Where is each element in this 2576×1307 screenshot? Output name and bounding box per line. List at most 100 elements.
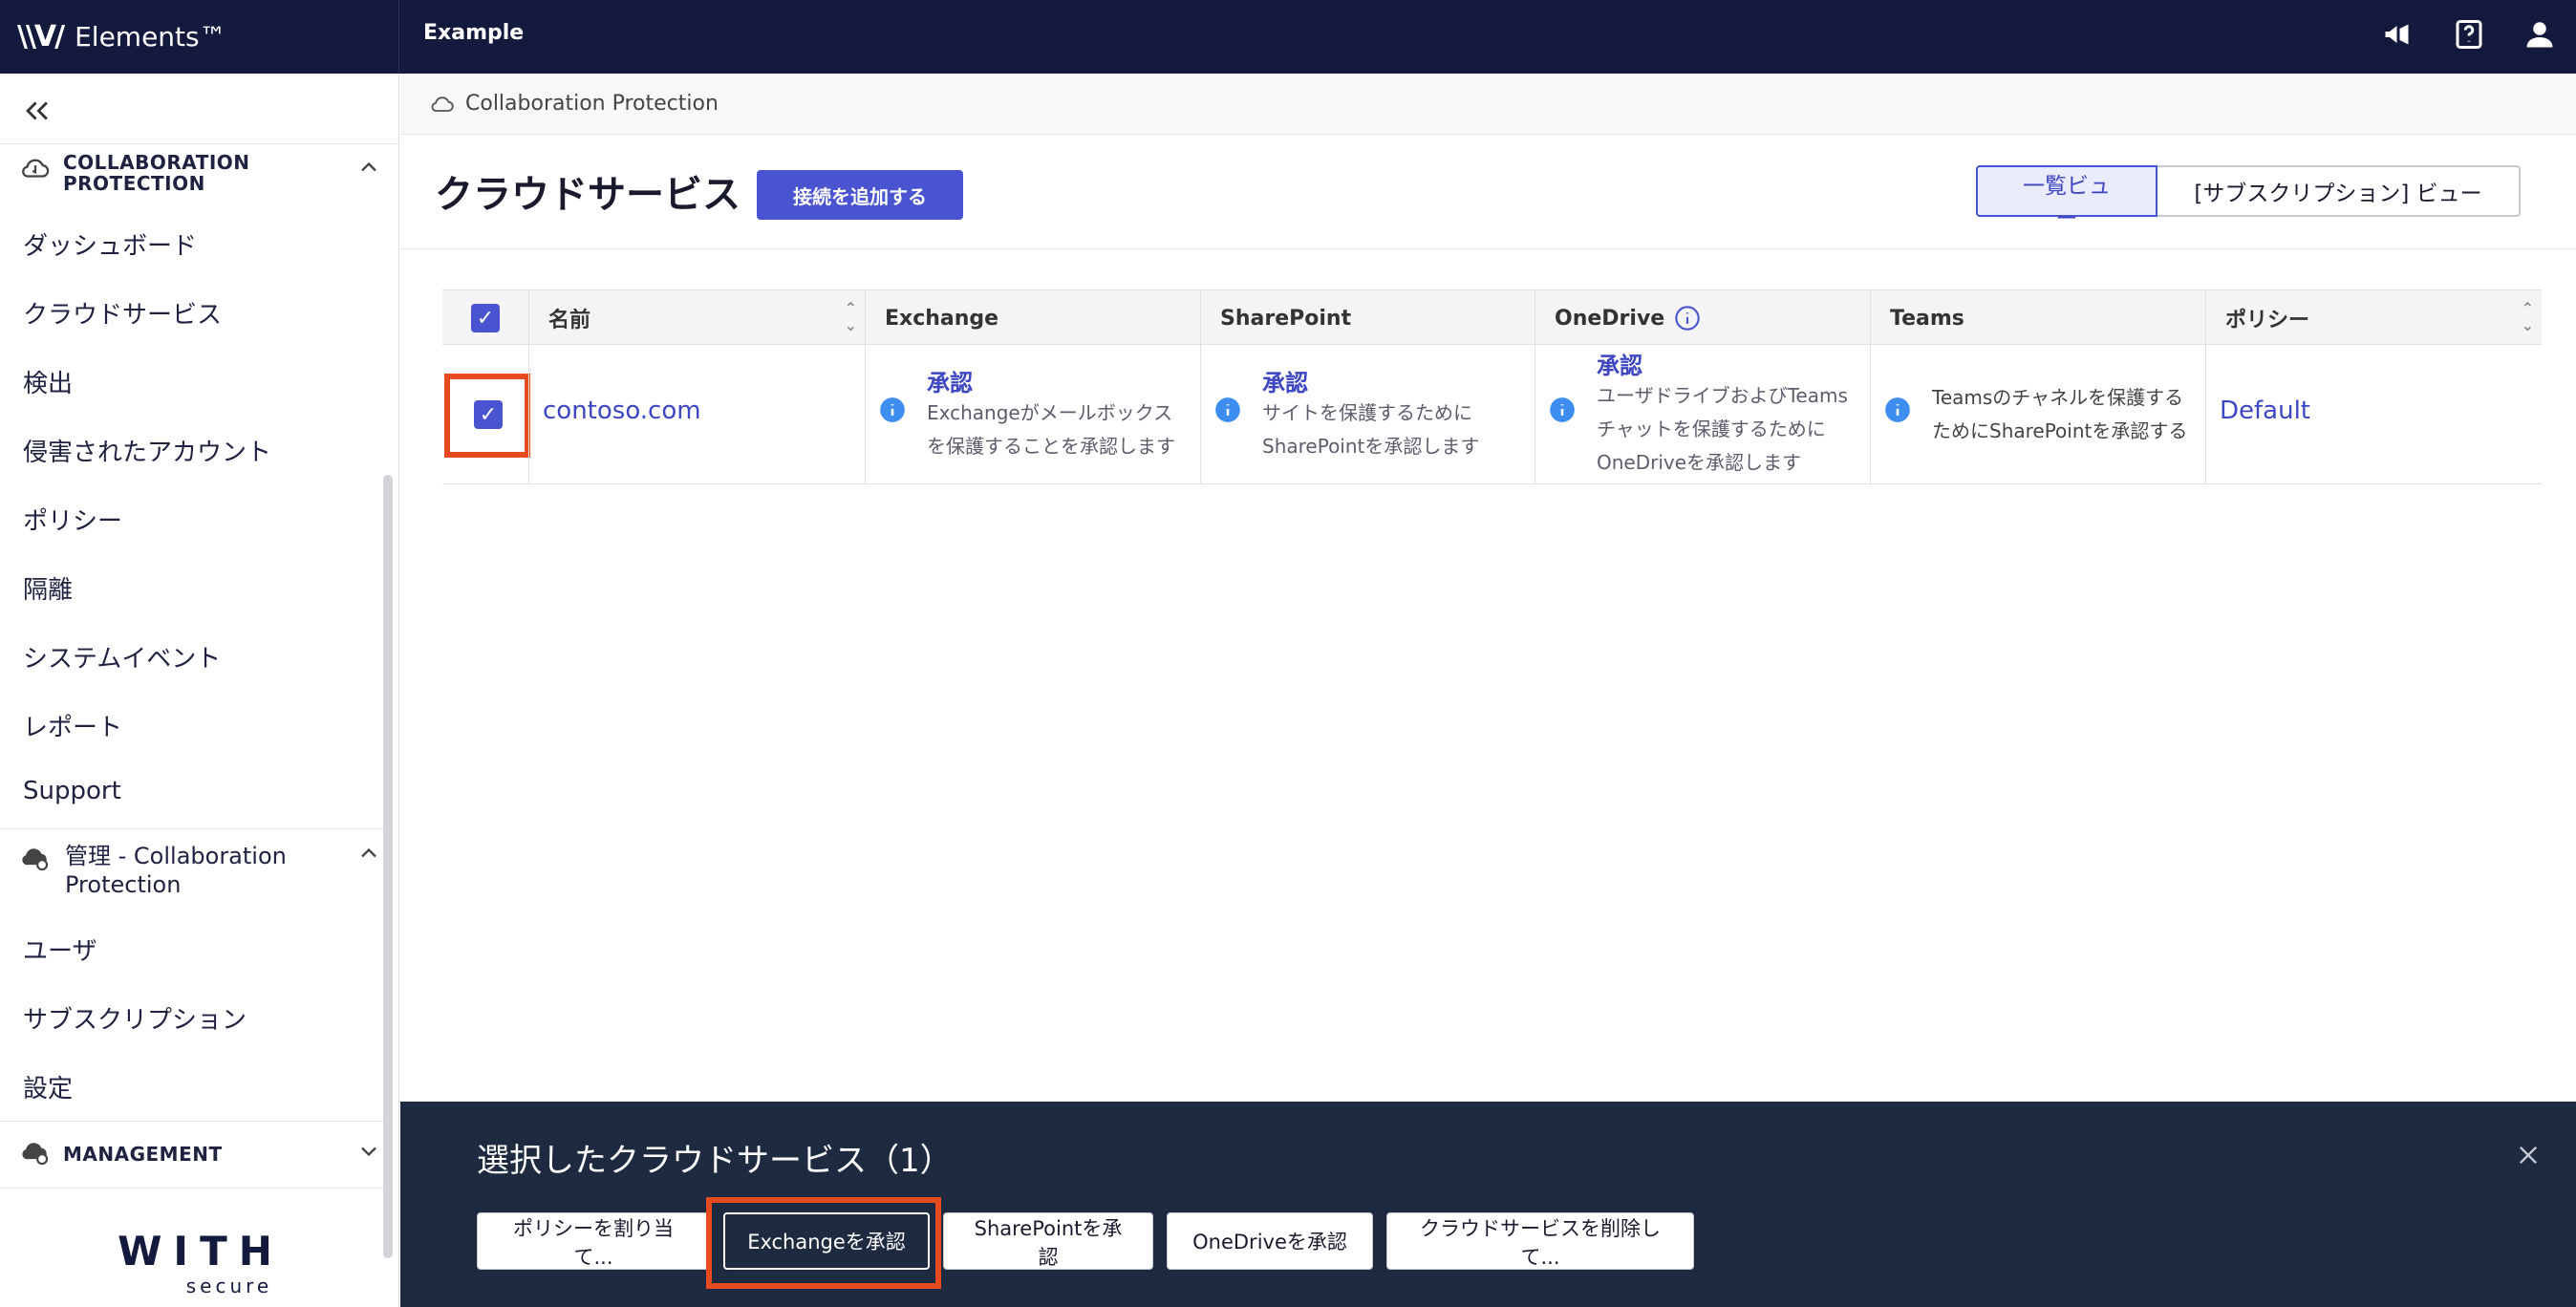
header-policy-label: ポリシー	[2225, 309, 2310, 332]
row-sharepoint-cell: 承認 サイトを保護するためにSharePointを承認します	[1200, 345, 1535, 484]
view-toggle: 一覧ビュー [サブスクリプション] ビュー	[1976, 165, 2521, 231]
add-connection-button[interactable]: 接続を追加する	[757, 170, 963, 220]
cloud-services-table: ✓ 名前 ⌃ ⌄ Exchange SharePoint OneDrive Tea…	[442, 289, 2542, 484]
info-icon	[1885, 397, 1910, 422]
onedrive-description: ユーザドライブおよびTeamsチャットを保護するためにOneDriveを承認しま…	[1597, 384, 1848, 474]
page-title: クラウドサービス	[435, 173, 741, 217]
sidebar-section-collaboration[interactable]: COLLABORATION PROTECTION	[19, 152, 283, 194]
info-icon	[880, 397, 905, 422]
highlight-box	[706, 1197, 941, 1289]
info-icon	[1550, 397, 1575, 422]
sidebar-item-reports[interactable]: レポート	[23, 708, 122, 743]
sidebar-item-policies[interactable]: ポリシー	[23, 502, 122, 537]
sidebar-item-settings[interactable]: 設定	[23, 1069, 73, 1104]
chevron-up-icon[interactable]	[355, 840, 382, 867]
cloud-shield-icon	[431, 96, 454, 112]
header-exchange-label: Exchange	[885, 306, 999, 331]
table-row[interactable]: ✓ contoso.com 承認 Exchangeがメールボックスを保護すること…	[442, 345, 2542, 484]
row-teams-cell: Teamsのチャネルを保護するためにSharePointを承認する	[1870, 345, 2205, 484]
selection-action-bar: 選択したクラウドサービス（1） ポリシーを割り当て... Exchangeを承認…	[400, 1102, 2576, 1307]
highlight-box	[444, 374, 530, 458]
sidebar-item-quarantine[interactable]: 隔離	[23, 570, 73, 606]
row-onedrive-cell: 承認 ユーザドライブおよびTeamsチャットを保護するためにOneDriveを承…	[1535, 345, 1870, 484]
info-outline-icon[interactable]	[1674, 305, 1701, 332]
header-sharepoint: SharePoint	[1200, 290, 1535, 346]
breadcrumb: Collaboration Protection	[400, 74, 2576, 135]
sharepoint-authorize-link[interactable]: 承認	[1262, 364, 1308, 397]
sidebar-section-title: MANAGEMENT	[63, 1143, 223, 1166]
action-buttons: ポリシーを割り当て... Exchangeを承認 SharePointを承認 O…	[477, 1212, 1694, 1270]
cloud-shield-icon	[22, 159, 50, 178]
cloud-service-name-link[interactable]: contoso.com	[543, 396, 701, 425]
sidebar-section-title: COLLABORATION PROTECTION	[63, 151, 250, 195]
list-view-button[interactable]: 一覧ビュー	[1976, 165, 2157, 231]
table-header: ✓ 名前 ⌃ ⌄ Exchange SharePoint OneDrive Tea…	[442, 289, 2542, 346]
row-policy-cell: Default	[2205, 345, 2542, 484]
footer-logo-sub: secure	[185, 1275, 273, 1297]
double-chevron-left-icon[interactable]	[21, 95, 54, 127]
main-content: Collaboration Protection クラウドサービス 接続を追加す…	[400, 74, 2576, 1307]
sidebar-divider	[0, 828, 392, 829]
cloud-gear-icon	[22, 1143, 49, 1166]
megaphone-icon[interactable]	[2381, 17, 2415, 52]
row-select-cell: ✓	[442, 345, 530, 484]
chevron-down-icon[interactable]	[355, 1138, 382, 1165]
header-name[interactable]: 名前 ⌃ ⌄	[528, 290, 865, 346]
assign-policy-button[interactable]: ポリシーを割り当て...	[477, 1212, 710, 1270]
sidebar-item-cloud-services[interactable]: クラウドサービス	[23, 295, 222, 331]
sidebar-item-dashboard[interactable]: ダッシュボード	[23, 226, 197, 262]
footer-logo-text: WITH	[118, 1228, 284, 1275]
header-policy[interactable]: ポリシー ⌃ ⌄	[2205, 290, 2542, 346]
sidebar: COLLABORATION PROTECTION ダッシュボード クラウドサービ…	[0, 74, 399, 1307]
sidebar-item-users[interactable]: ユーザ	[23, 932, 97, 967]
policy-link[interactable]: Default	[2220, 396, 2310, 425]
sidebar-collapse-row	[0, 74, 399, 144]
sidebar-scrollbar[interactable]	[383, 475, 393, 1258]
header-sharepoint-label: SharePoint	[1220, 306, 1352, 331]
sharepoint-description: サイトを保護するためにSharePointを承認します	[1262, 401, 1480, 458]
header-exchange: Exchange	[865, 290, 1200, 346]
sort-icon[interactable]: ⌃ ⌄	[2522, 300, 2534, 334]
help-icon[interactable]	[2452, 17, 2486, 52]
sidebar-divider	[0, 1188, 392, 1189]
selection-title: 選択したクラウドサービス（1）	[477, 1142, 953, 1180]
organization-title[interactable]: Example	[423, 21, 524, 45]
info-icon	[1215, 397, 1240, 422]
exchange-authorize-link[interactable]: 承認	[927, 364, 973, 397]
exchange-description: Exchangeがメールボックスを保護することを承認します	[927, 401, 1175, 458]
close-icon[interactable]	[2515, 1142, 2542, 1168]
sidebar-section-management[interactable]: MANAGEMENT	[19, 1136, 223, 1168]
chevron-up-icon[interactable]	[355, 154, 382, 181]
row-exchange-cell: 承認 Exchangeがメールボックスを保護することを承認します	[865, 345, 1200, 484]
header-teams: Teams	[1870, 290, 2205, 346]
header-onedrive: OneDrive	[1535, 290, 1870, 346]
sidebar-item-system-events[interactable]: システムイベント	[23, 639, 221, 675]
header-select-cell: ✓	[442, 290, 528, 346]
cloud-gear-icon	[22, 848, 49, 871]
withsecure-footer-logo: WITH secure	[86, 1228, 315, 1297]
sidebar-item-support[interactable]: Support	[23, 777, 121, 805]
sidebar-item-subscriptions[interactable]: サブスクリプション	[23, 1000, 247, 1036]
delete-cloud-service-button[interactable]: クラウドサービスを削除して...	[1386, 1212, 1694, 1270]
sidebar-section-admin[interactable]: 管理 - Collaboration Protection	[65, 842, 342, 899]
onedrive-authorize-link[interactable]: 承認	[1597, 347, 1642, 380]
withsecure-logo-icon: \\V/	[17, 20, 65, 54]
brand-name: Elements™	[75, 21, 226, 53]
sidebar-item-detections[interactable]: 検出	[23, 364, 73, 399]
authorize-onedrive-button[interactable]: OneDriveを承認	[1167, 1212, 1373, 1270]
header-onedrive-label: OneDrive	[1555, 306, 1665, 331]
sidebar-divider	[0, 1121, 392, 1122]
user-icon[interactable]	[2522, 17, 2557, 52]
sidebar-item-compromised-accounts[interactable]: 侵害されたアカウント	[23, 433, 271, 468]
subscription-view-button[interactable]: [サブスクリプション] ビュー	[2157, 165, 2521, 217]
breadcrumb-label[interactable]: Collaboration Protection	[465, 92, 719, 116]
header-name-label: 名前	[548, 309, 591, 332]
sort-icon[interactable]: ⌃ ⌄	[845, 300, 857, 334]
teams-description: Teamsのチャネルを保護するためにSharePointを承認する	[1932, 386, 2188, 442]
select-all-checkbox[interactable]: ✓	[471, 304, 500, 332]
page-header: クラウドサービス 接続を追加する 一覧ビュー [サブスクリプション] ビュー	[400, 135, 2576, 249]
header-teams-label: Teams	[1890, 306, 1964, 331]
brand[interactable]: \\V/ Elements™	[0, 0, 399, 74]
authorize-sharepoint-button[interactable]: SharePointを承認	[943, 1212, 1153, 1270]
top-bar: \\V/ Elements™ Example	[0, 0, 2576, 74]
